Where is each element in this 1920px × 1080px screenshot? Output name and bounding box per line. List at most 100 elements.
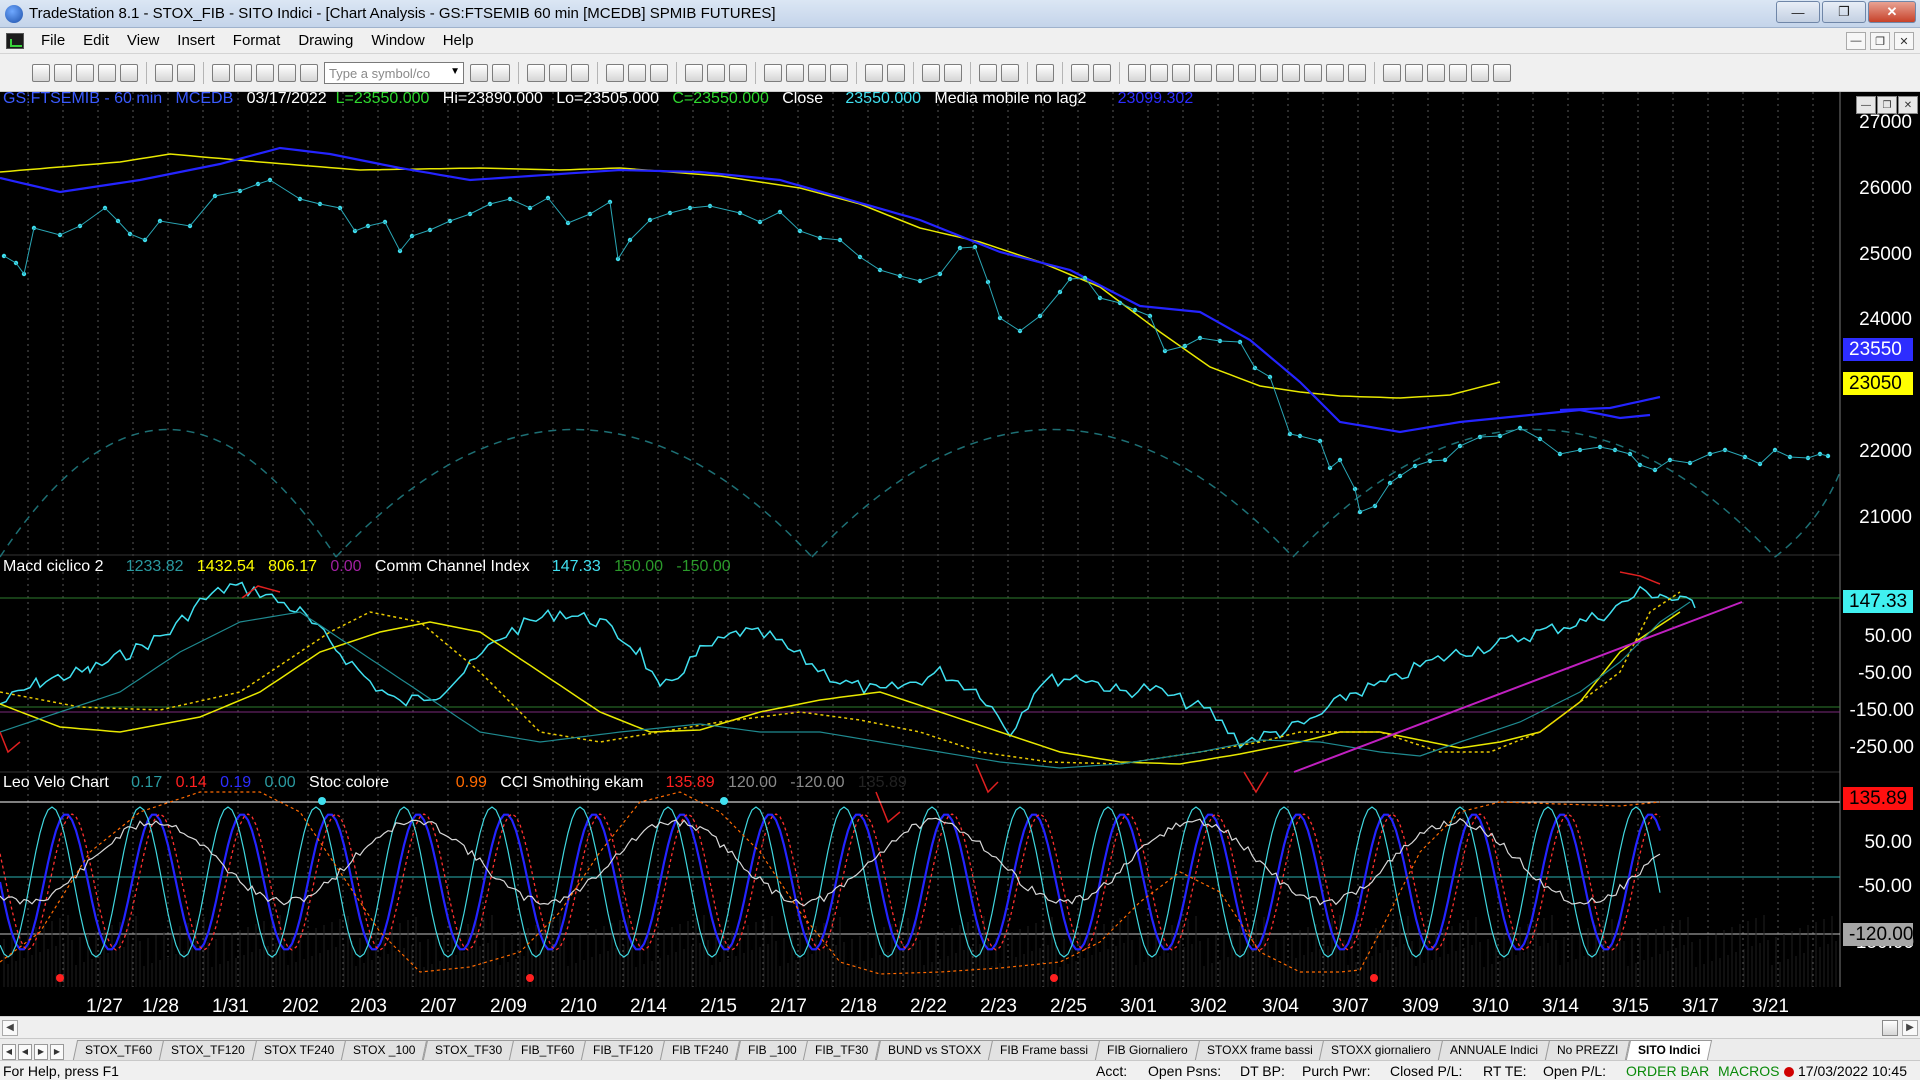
text-lines-icon[interactable]	[1172, 63, 1190, 82]
scanner-icon[interactable]	[606, 63, 624, 82]
minimize-button[interactable]: —	[1776, 1, 1820, 23]
window-cascade-icon[interactable]	[212, 63, 230, 82]
channel-icon[interactable]	[1304, 63, 1322, 82]
new-file-icon[interactable]	[32, 63, 50, 82]
tab-stox-tf30[interactable]: STOX_TF30	[422, 1040, 514, 1060]
lock-icon[interactable]	[256, 63, 274, 82]
vertical-lines-icon[interactable]	[1260, 63, 1278, 82]
tab-sito-indici[interactable]: SITO Indici	[1625, 1040, 1713, 1060]
symbol-input[interactable]: Type a symbol/co ▼	[324, 61, 464, 84]
indicator-icon[interactable]	[786, 63, 804, 82]
close-button[interactable]: ✕	[1868, 1, 1916, 23]
up-arrow-icon[interactable]	[1427, 63, 1445, 82]
chart-analysis-icon[interactable]	[527, 63, 545, 82]
radar-screen-icon[interactable]	[549, 63, 567, 82]
tab-stox-tf60[interactable]: STOX_TF60	[72, 1040, 165, 1060]
tools-icon[interactable]	[1036, 63, 1054, 82]
menu-edit[interactable]: Edit	[74, 32, 118, 49]
tab-last-icon[interactable]: ▶	[50, 1044, 64, 1060]
tab-no-prezzi[interactable]: No PREZZI	[1545, 1040, 1631, 1060]
chevron-down-icon[interactable]: ▼	[450, 66, 460, 77]
tab-stoxx-frame-bassi[interactable]: STOXX frame bassi	[1194, 1040, 1325, 1060]
open-folder-icon[interactable]	[54, 63, 72, 82]
chart-document-icon[interactable]	[6, 32, 24, 49]
zoom-out-icon[interactable]	[944, 63, 962, 82]
data-window-icon[interactable]	[685, 63, 703, 82]
tab-fib-frame-bassi[interactable]: FIB Frame bassi	[987, 1040, 1101, 1060]
tab-fib-tf60[interactable]: FIB_TF60	[508, 1040, 587, 1060]
menu-drawing[interactable]: Drawing	[289, 32, 362, 49]
macros-button[interactable]: MACROS	[1718, 1063, 1779, 1079]
tab-next-icon[interactable]: ▶	[34, 1044, 48, 1060]
menu-view[interactable]: View	[118, 32, 168, 49]
menu-file[interactable]: File	[32, 32, 74, 49]
chart-canvas[interactable]	[0, 92, 1920, 1016]
menu-format[interactable]: Format	[224, 32, 290, 49]
activity-bar-icon[interactable]	[628, 63, 646, 82]
horizontal-line-icon[interactable]	[1282, 63, 1300, 82]
tab-fib-tf30[interactable]: FIB_TF30	[803, 1040, 881, 1060]
arc-icon[interactable]	[1326, 63, 1344, 82]
expand-icon[interactable]	[887, 63, 905, 82]
fibonacci-icon[interactable]	[1238, 63, 1256, 82]
menu-insert[interactable]: Insert	[168, 32, 224, 49]
scroll-thumb[interactable]	[1882, 1020, 1898, 1036]
pointer-icon[interactable]	[979, 63, 997, 82]
folder-icon[interactable]	[120, 63, 138, 82]
tab-bund-vs-stoxx[interactable]: BUND vs STOXX	[875, 1040, 994, 1060]
tab-stox-tf120[interactable]: STOX_TF120	[159, 1040, 258, 1060]
tab-fib-tf120[interactable]: FIB_TF120	[581, 1040, 666, 1060]
doc-close-button[interactable]: ✕	[1894, 32, 1914, 50]
restore-button[interactable]: ❐	[1822, 1, 1866, 23]
tab-stoxx-giornaliero[interactable]: STOXX giornaliero	[1319, 1040, 1444, 1060]
pencil-icon[interactable]	[1348, 63, 1366, 82]
scroll-right-icon[interactable]: ▶	[1902, 1020, 1918, 1036]
tab-annuale-indici[interactable]: ANNUALE Indici	[1438, 1040, 1551, 1060]
gann-fan-icon[interactable]	[1150, 63, 1168, 82]
doc-restore-button[interactable]: ❐	[1870, 32, 1890, 50]
ellipse-icon[interactable]	[1449, 63, 1467, 82]
menu-window[interactable]: Window	[362, 32, 433, 49]
rectangle-icon[interactable]	[1471, 63, 1489, 82]
alert-icon[interactable]	[1093, 63, 1111, 82]
tab-fib-giornaliero[interactable]: FIB Giornaliero	[1094, 1040, 1200, 1060]
chart-horizontal-scrollbar[interactable]: ◀ ▶	[0, 1016, 1920, 1038]
tab-first-icon[interactable]: ◀	[2, 1044, 16, 1060]
order-entry-icon[interactable]	[1071, 63, 1089, 82]
go-arrow-icon[interactable]	[470, 63, 488, 82]
paint-bar-icon[interactable]	[830, 63, 848, 82]
bar-chart-icon[interactable]	[764, 63, 782, 82]
compress-icon[interactable]	[865, 63, 883, 82]
symbol-lookup-icon[interactable]	[492, 63, 510, 82]
curve-icon[interactable]	[1383, 63, 1401, 82]
portfolio-icon[interactable]	[650, 63, 668, 82]
speed-lines-icon[interactable]	[1194, 63, 1212, 82]
zoom-in-icon[interactable]	[922, 63, 940, 82]
cycle-lines-icon[interactable]	[1216, 63, 1234, 82]
matrix-icon[interactable]	[571, 63, 589, 82]
doc-minimize-button[interactable]: —	[1846, 32, 1866, 50]
trendline-icon[interactable]	[1128, 63, 1146, 82]
open-workspace-icon[interactable]	[76, 63, 94, 82]
news-icon[interactable]	[729, 63, 747, 82]
menu-help[interactable]: Help	[434, 32, 483, 49]
window-tile-icon[interactable]	[234, 63, 252, 82]
chart-wizard-icon[interactable]	[278, 63, 296, 82]
tab-stox-100[interactable]: STOX _100	[341, 1040, 428, 1060]
drag-icon[interactable]	[1001, 63, 1019, 82]
down-arrow-icon[interactable]	[1405, 63, 1423, 82]
tab-stox-tf240[interactable]: STOX TF240	[251, 1040, 347, 1060]
order-bar-button[interactable]: ORDER BAR	[1626, 1063, 1709, 1079]
tab-prev-icon[interactable]: ◀	[18, 1044, 32, 1060]
chart-analysis-window[interactable]: GS:FTSEMIB - 60 min MCEDB 03/17/2022 L=2…	[0, 92, 1920, 1016]
format-icon[interactable]	[300, 63, 318, 82]
strategy-icon[interactable]	[808, 63, 826, 82]
scroll-left-icon[interactable]: ◀	[2, 1020, 18, 1036]
quote-icon[interactable]	[707, 63, 725, 82]
save-icon[interactable]	[155, 63, 173, 82]
text-tool-icon[interactable]	[1493, 63, 1511, 82]
new-workspace-icon[interactable]	[98, 63, 116, 82]
tab-fib-100[interactable]: FIB _100	[735, 1040, 809, 1060]
print-icon[interactable]	[177, 63, 195, 82]
tab-fib-tf240[interactable]: FIB TF240	[660, 1040, 741, 1060]
